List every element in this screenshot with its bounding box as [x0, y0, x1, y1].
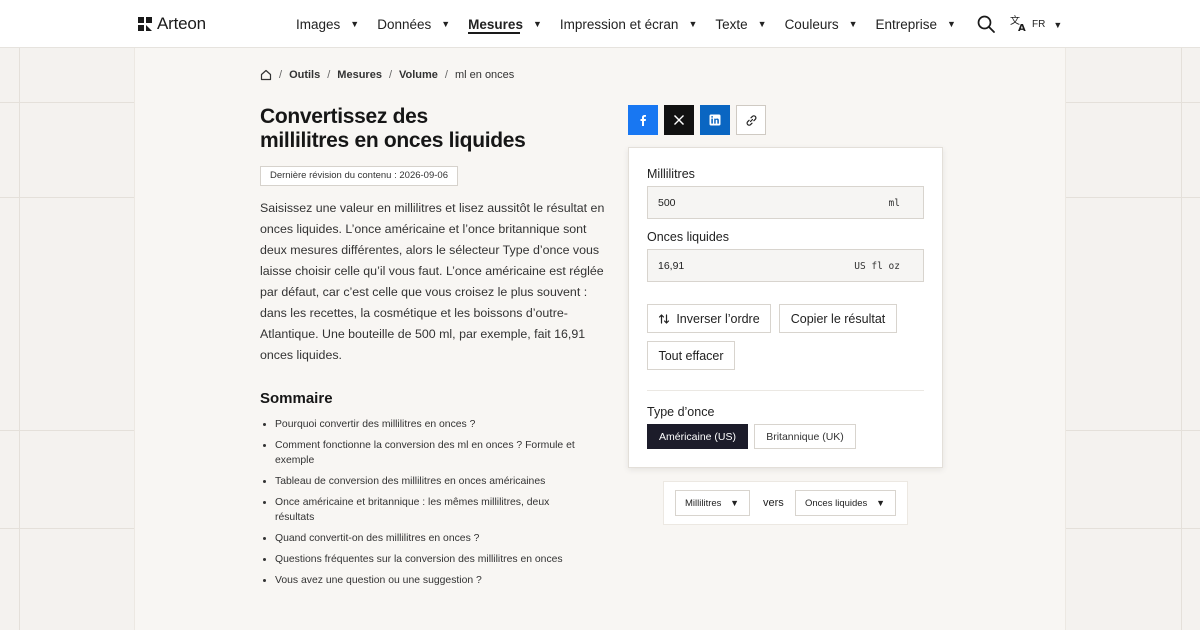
chevron-down-icon: ▼ — [688, 19, 698, 29]
share-x-button[interactable] — [664, 105, 694, 135]
nav-label: Données — [377, 16, 432, 32]
divider — [647, 390, 924, 391]
toc-item[interactable]: Tableau de conversion des millilitres en… — [260, 474, 605, 489]
nav-label: Texte — [715, 16, 748, 32]
breadcrumb-current: ml en onces — [454, 69, 515, 81]
page-title: Convertissez des millilitres en onces li… — [260, 105, 580, 153]
breadcrumb-mesures[interactable]: Mesures — [337, 69, 382, 81]
table-of-contents: Pourquoi convertir des millilitres en on… — [260, 417, 605, 594]
main-nav: Images ▼ Données ▼ Mesures ▼ Impression et … — [296, 0, 974, 48]
nav-item-texte[interactable]: Texte ▼ — [715, 0, 766, 48]
translate-icon: 文 A — [1010, 14, 1028, 35]
nav-label: Entreprise — [875, 16, 938, 32]
language-selector[interactable]: 文 A FR ▼ — [1010, 14, 1062, 35]
nav-label: Impression et écran — [559, 16, 679, 32]
chevron-down-icon: ▼ — [1053, 19, 1063, 30]
toc-title: Sommaire — [260, 390, 333, 407]
logo-text: Arteon — [157, 14, 206, 33]
breadcrumb-separator: / — [327, 69, 331, 81]
millilitres-input[interactable] — [648, 187, 923, 218]
main-content: / Outils / Mesures / Volume / ml en once… — [134, 48, 1066, 630]
toc-item[interactable]: Once américaine et britannique : les mêm… — [260, 495, 560, 525]
nav-item-impression[interactable]: Impression et écran ▼ — [560, 0, 697, 48]
millilitres-field[interactable]: ml — [647, 186, 924, 219]
logo[interactable]: Arteon — [137, 14, 206, 34]
toc-item[interactable]: Vous avez une question ou une suggestion… — [260, 573, 605, 588]
top-navigation-bar: Arteon Images ▼ Données ▼ Mesures ▼ Impress… — [0, 0, 1200, 48]
logo-icon — [137, 16, 153, 32]
breadcrumb-volume[interactable]: Volume — [399, 69, 438, 81]
page-title-line1: Convertissez des — [260, 105, 428, 128]
nav-label: Images — [296, 16, 341, 32]
chevron-down-icon: ▼ — [876, 498, 885, 508]
svg-text:A: A — [1018, 23, 1026, 32]
share-linkedin-button[interactable] — [700, 105, 730, 135]
connector-text: vers — [763, 497, 784, 509]
revision-badge: Dernière révision du contenu : 2026-09-0… — [260, 166, 458, 186]
search-icon[interactable] — [976, 14, 996, 34]
nav-item-couleurs[interactable]: Couleurs ▼ — [785, 0, 858, 48]
nav-item-donnees[interactable]: Données ▼ — [377, 0, 450, 48]
share-facebook-button[interactable] — [628, 105, 658, 135]
chevron-down-icon: ▼ — [730, 498, 739, 508]
ounce-type-uk[interactable]: Britannique (UK) — [754, 424, 856, 449]
from-unit-value: Millilitres — [685, 497, 722, 509]
toc-item[interactable]: Pourquoi convertir des millilitres en on… — [260, 417, 605, 432]
nav-item-entreprise[interactable]: Entreprise ▼ — [876, 0, 956, 48]
nav-item-images[interactable]: Images ▼ — [296, 0, 359, 48]
chevron-down-icon: ▼ — [848, 19, 858, 29]
swap-button[interactable]: Inverser l’ordre — [647, 304, 771, 333]
copy-link-button[interactable] — [736, 105, 766, 135]
facebook-icon — [640, 115, 646, 126]
chevron-down-icon: ▼ — [947, 19, 956, 29]
link-icon — [746, 114, 756, 126]
unit-selector-panel: Millilitres ▼ vers Onces liquides ▼ — [663, 481, 908, 525]
linkedin-icon — [709, 114, 721, 126]
toc-item[interactable]: Quand convertit-on des millilitres en on… — [260, 531, 605, 546]
nav-label: Mesures — [468, 16, 523, 32]
converter-card: Millilitres ml Onces liquides US fl oz I… — [628, 147, 943, 468]
toc-item[interactable]: Questions fréquentes sur la conversion d… — [260, 552, 605, 567]
toc-item[interactable]: Comment fonctionne la conversion des ml … — [260, 438, 580, 468]
share-buttons — [628, 105, 766, 135]
x-icon — [673, 114, 685, 126]
copy-result-button[interactable]: Copier le résultat — [779, 304, 897, 333]
from-unit-select[interactable]: Millilitres ▼ — [675, 490, 750, 516]
swap-icon — [659, 313, 670, 324]
output-unit: US fl oz — [854, 261, 900, 272]
chevron-down-icon: ▼ — [757, 19, 767, 29]
onces-field[interactable]: US fl oz — [647, 249, 924, 282]
breadcrumb-outils[interactable]: Outils — [289, 69, 320, 81]
chevron-down-icon: ▼ — [441, 19, 451, 29]
home-icon[interactable] — [260, 69, 272, 81]
output-label: Onces liquides — [647, 230, 729, 244]
chevron-down-icon: ▼ — [532, 19, 542, 29]
ounce-type-us[interactable]: Américaine (US) — [647, 424, 748, 449]
input-unit: ml — [888, 198, 900, 209]
clear-all-button[interactable]: Tout effacer — [647, 341, 735, 370]
language-code: FR — [1032, 19, 1046, 30]
breadcrumb-separator: / — [279, 69, 283, 81]
breadcrumb-separator: / — [444, 69, 448, 81]
breadcrumb-separator: / — [388, 69, 392, 81]
intro-paragraph: Saisissez une valeur en millilitres et l… — [260, 201, 605, 362]
ounce-type-label: Type d’once — [647, 405, 715, 419]
nav-label: Couleurs — [784, 16, 839, 32]
to-unit-value: Onces liquides — [805, 497, 868, 509]
input-label: Millilitres — [647, 167, 695, 181]
nav-item-mesures[interactable]: Mesures ▼ — [468, 0, 542, 48]
to-unit-select[interactable]: Onces liquides ▼ — [795, 490, 896, 516]
swap-label: Inverser l’ordre — [676, 311, 760, 326]
page-title-line2: millilitres en onces liquides — [260, 129, 526, 152]
chevron-down-icon: ▼ — [350, 19, 360, 29]
breadcrumb: / Outils / Mesures / Volume / ml en once… — [260, 69, 514, 81]
